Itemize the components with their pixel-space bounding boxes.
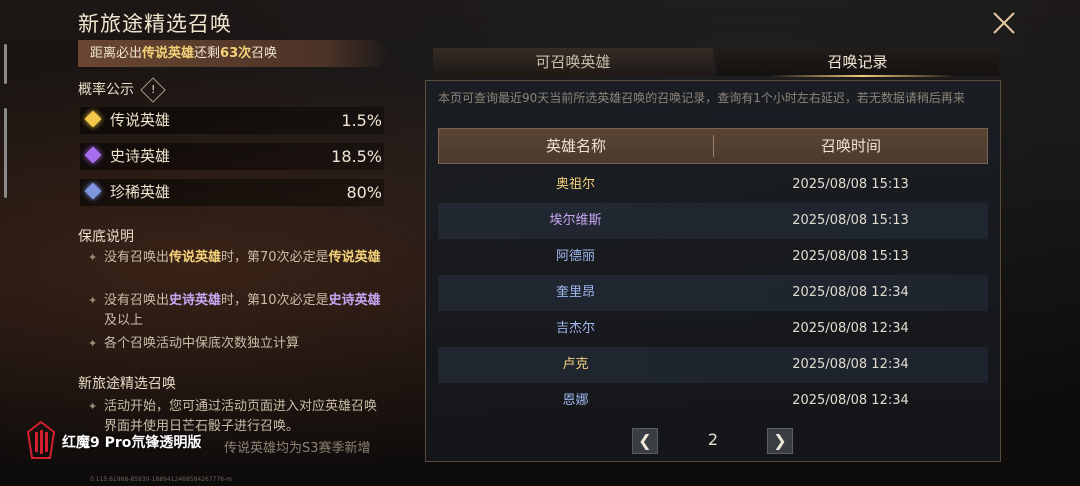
tab-summon-history[interactable]: 召唤记录: [716, 48, 999, 76]
rate-name: 史诗英雄: [110, 147, 171, 165]
pity-suffix: 召唤: [251, 46, 278, 61]
table-row: 吉杰尔 2025/08/08 12:34: [438, 311, 988, 347]
rates-title: 概率公示: [78, 82, 134, 98]
hero-name: 埃尔维斯: [549, 213, 602, 228]
rate-row-epic: 史诗英雄 18.5%: [80, 143, 384, 170]
device-watermark: 红魔9 Pro氘锋透明版: [62, 435, 202, 451]
rare-gem-icon: [84, 182, 102, 200]
rate-value: 1.5%: [341, 111, 382, 130]
summon-time: 2025/08/08 12:34: [792, 321, 909, 336]
summon-time: 2025/08/08 12:34: [792, 393, 909, 408]
hero-name: 奥祖尔: [555, 177, 595, 192]
hero-name: 阿德丽: [555, 249, 595, 264]
table-row: 奎里昂 2025/08/08 12:34: [438, 275, 988, 311]
summon-time: 2025/08/08 15:13: [792, 213, 909, 228]
chevron-left-icon: ❮: [638, 431, 652, 450]
table-row: 恩娜 2025/08/08 12:34: [438, 383, 988, 419]
tab-bar: 可召唤英雄 召唤记录: [433, 48, 999, 76]
pity-prefix: 距离必出: [90, 46, 143, 61]
close-icon[interactable]: [990, 9, 1018, 37]
guarantee-note: ✦ 没有召唤出传说英雄时，第70次必定是传说英雄: [88, 248, 388, 268]
pity-count: 63次: [220, 46, 252, 61]
pity-target: 传说英雄: [142, 46, 195, 61]
chevron-right-icon: ❯: [773, 431, 787, 450]
table-row: 阿德丽 2025/08/08 15:13: [438, 239, 988, 275]
rate-value: 80%: [346, 183, 382, 202]
hero-name: 卢克: [562, 357, 589, 372]
epic-gem-icon: [84, 146, 102, 164]
hero-name: 恩娜: [562, 393, 589, 408]
event-title: 新旅途精选召唤: [78, 376, 176, 392]
table-row: 埃尔维斯 2025/08/08 15:13: [438, 203, 988, 239]
bullet-icon: ✦: [88, 400, 98, 413]
guarantee-note: ✦ 各个召唤活动中保底次数独立计算: [88, 334, 388, 354]
summon-time: 2025/08/08 15:13: [792, 249, 909, 264]
bullet-icon: ✦: [88, 294, 98, 307]
bullet-icon: ✦: [88, 251, 98, 264]
rate-name: 珍稀英雄: [110, 183, 171, 201]
bullet-icon: ✦: [88, 337, 98, 350]
summon-time: 2025/08/08 15:13: [792, 177, 909, 192]
col-summon-time: 召唤时间: [820, 137, 881, 155]
rates-heading: 概率公示!: [78, 77, 166, 103]
rate-value: 18.5%: [331, 147, 382, 166]
col-hero-name: 英雄名称: [545, 137, 606, 155]
rate-row-rare: 珍稀英雄 80%: [80, 179, 384, 206]
rate-row-legend: 传说英雄 1.5%: [80, 107, 384, 134]
active-tab-indicator: [770, 75, 956, 77]
next-page-button[interactable]: ❯: [767, 428, 793, 454]
table-header: 英雄名称 召唤时间: [438, 128, 988, 164]
table-row: 奥祖尔 2025/08/08 15:13: [438, 167, 988, 203]
summon-title: 新旅途精选召唤: [78, 12, 232, 36]
legend-gem-icon: [84, 110, 102, 128]
info-icon[interactable]: !: [140, 77, 166, 103]
summon-time: 2025/08/08 12:34: [792, 357, 909, 372]
red-magic-logo-icon: [26, 420, 56, 459]
table-row: 卢克 2025/08/08 12:34: [438, 347, 988, 383]
event-note: ✦ 活动开始，您可通过活动页面进入对应英雄召唤界面并使用日芒石骰子进行召唤。: [88, 399, 378, 434]
guarantee-title: 保底说明: [78, 229, 134, 245]
summon-time: 2025/08/08 12:34: [792, 285, 909, 300]
page-number: 2: [707, 430, 719, 449]
left-scroll-indicator: [4, 108, 7, 198]
hero-name: 吉杰尔: [555, 321, 595, 336]
tab-summonable-heroes[interactable]: 可召唤英雄: [433, 48, 713, 76]
hero-name: 奎里昂: [555, 285, 595, 300]
prev-page-button[interactable]: ❮: [632, 428, 658, 454]
history-description: 本页可查询最近90天当前所选英雄召唤的召唤记录，查询有1个小时左右延迟，若无数据…: [438, 91, 965, 105]
guarantee-note: ✦ 没有召唤出史诗英雄时，第10次必定是史诗英雄及以上: [88, 293, 381, 328]
pity-banner: 距离必出传说英雄还剩63次召唤: [78, 40, 390, 67]
pity-middle: 还剩: [194, 46, 221, 61]
rate-name: 传说英雄: [110, 111, 171, 129]
build-id: 0.115.61968-85930-18894124685842677​76-m: [90, 476, 233, 483]
left-scroll-indicator-top: [4, 44, 7, 84]
